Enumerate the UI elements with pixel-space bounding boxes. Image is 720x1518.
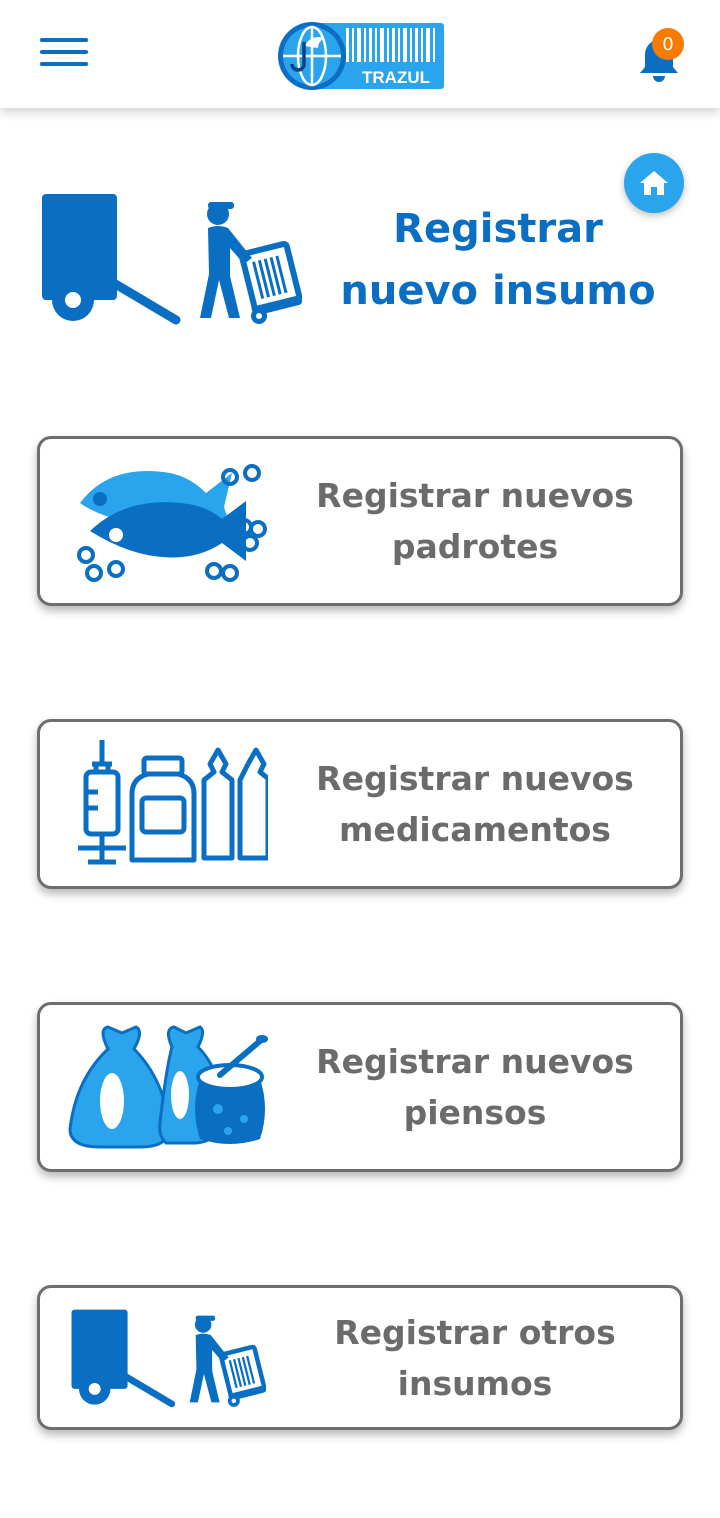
card-label: Registrar nuevos padrotes: [316, 476, 634, 566]
delivery-truck-worker-icon: [71, 1309, 266, 1408]
top-app-bar: TRAZUL 0: [0, 0, 720, 108]
card-label: Registrar nuevos medicamentos: [316, 759, 634, 849]
delivery-truck-worker-icon: [42, 194, 302, 325]
hamburger-menu-icon[interactable]: [40, 38, 88, 78]
register-piensos-button[interactable]: Registrar nuevos piensos: [37, 1002, 683, 1172]
page-title: Registrar nuevo insumo: [340, 206, 656, 314]
card-label: Registrar otros insumos: [334, 1312, 616, 1403]
feed-sack-icon: [68, 1025, 268, 1149]
trazul-logo: TRAZUL: [278, 22, 444, 90]
register-otros-insumos-button[interactable]: Registrar otros insumos: [37, 1285, 683, 1430]
medicine-icon: [78, 740, 268, 865]
notification-badge: 0: [652, 28, 684, 60]
card-label: Registrar nuevos piensos: [316, 1042, 634, 1132]
register-medicamentos-button[interactable]: Registrar nuevos medicamentos: [37, 719, 683, 889]
home-icon: [640, 171, 668, 195]
register-padrotes-button[interactable]: Registrar nuevos padrotes: [37, 436, 683, 606]
home-button[interactable]: [624, 153, 684, 213]
svg-text:TRAZUL: TRAZUL: [362, 68, 430, 87]
fish-icon: [77, 464, 267, 582]
